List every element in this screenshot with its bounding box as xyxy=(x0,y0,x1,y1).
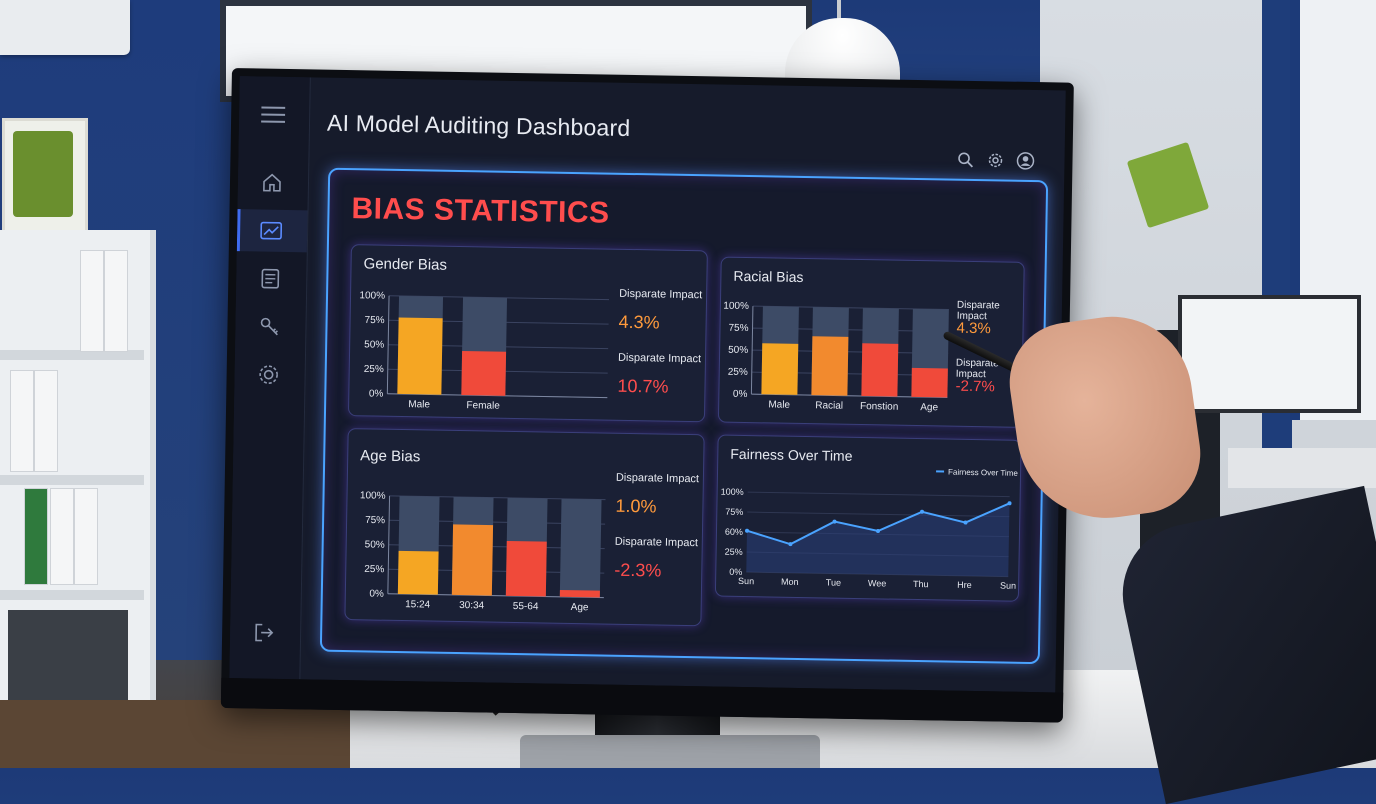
y-tick-label: 25% xyxy=(728,367,748,378)
category-label: 15:24 xyxy=(405,599,431,610)
category-label: Racial xyxy=(815,400,843,411)
racial-bias-card: Racial Bias 100%75%50%25%0%MaleRacialFon… xyxy=(718,257,1025,428)
metric-label: Disparate Impact xyxy=(618,352,701,365)
category-label: Female xyxy=(466,400,500,412)
metric-label: Disparate Impact xyxy=(615,536,698,549)
background-monitor xyxy=(1178,295,1361,413)
metric-value: 10.7% xyxy=(617,376,668,398)
fairness-over-time-chart: 100%75%60%25%0%SunMonTueWeeThuHreSunFair… xyxy=(716,436,1021,601)
background-desk xyxy=(1228,448,1376,488)
category-label: 30:34 xyxy=(459,600,485,611)
y-tick-label: 0% xyxy=(369,588,384,599)
x-tick-label: Sun xyxy=(738,576,754,586)
grid-line xyxy=(748,492,1010,497)
metric-value: 4.3% xyxy=(956,320,990,338)
category-label: 55-64 xyxy=(513,601,539,612)
metric-value: 1.0% xyxy=(615,496,656,518)
gear-icon[interactable] xyxy=(984,149,1006,171)
category-label: Age xyxy=(920,402,938,413)
y-tick-label: 75% xyxy=(365,315,385,326)
bar xyxy=(761,343,798,395)
y-tick-label: 25% xyxy=(364,564,384,575)
air-conditioner xyxy=(0,0,130,55)
metric-label: Disparate Impact xyxy=(619,288,702,301)
bar xyxy=(911,368,948,398)
y-tick-label: 25% xyxy=(364,364,384,375)
metric-label: Disparate Impact xyxy=(616,472,699,485)
gender-bias-card: Gender Bias 100%75%50%25%0%MaleFemale Di… xyxy=(348,244,708,422)
key-icon[interactable] xyxy=(253,310,286,343)
home-icon[interactable] xyxy=(256,166,289,199)
logout-icon[interactable] xyxy=(248,616,281,649)
wall-planter xyxy=(2,118,88,234)
y-tick-label: 100% xyxy=(723,301,749,312)
x-tick-label: Thu xyxy=(913,579,929,589)
series-area xyxy=(746,499,1009,577)
legend-label: Fairness Over Time xyxy=(948,468,1018,478)
bar-background xyxy=(560,499,602,598)
app-title: AI Model Auditing Dashboard xyxy=(327,110,631,142)
dashboard-screen: AI Model Auditing Dashboard BIAS STATIST… xyxy=(229,76,1065,692)
settings-icon[interactable] xyxy=(252,358,285,391)
age-bias-chart: 100% 75% 50% 25% 0% 15:24 30:34 55-64 Age xyxy=(345,429,608,624)
y-tick-label: 50% xyxy=(728,345,748,356)
y-tick-label: 75% xyxy=(725,507,743,517)
y-tick-label: 50% xyxy=(364,339,384,350)
menu-icon[interactable] xyxy=(257,98,290,131)
gender-bias-chart: 100% 75% 50% 25% 0% Male Female xyxy=(349,245,612,420)
metric-value: -2.7% xyxy=(955,378,994,396)
bar xyxy=(397,318,442,395)
bar xyxy=(461,351,506,396)
section-title: BIAS STATISTICS xyxy=(351,192,610,230)
y-tick-label: 75% xyxy=(728,323,748,334)
bar xyxy=(861,343,898,396)
category-label: Age xyxy=(571,602,589,613)
category-label: Male xyxy=(768,399,790,410)
y-tick-label: 60% xyxy=(725,527,743,537)
metric-value: 4.3% xyxy=(618,312,659,334)
storage-box xyxy=(8,610,128,710)
analytics-icon[interactable] xyxy=(255,214,288,247)
y-tick-label: 0% xyxy=(733,389,748,400)
user-icon[interactable] xyxy=(1014,150,1036,172)
x-tick-label: Hre xyxy=(957,580,972,590)
bar xyxy=(811,336,848,396)
category-label: Male xyxy=(408,399,430,410)
metric-value: -2.3% xyxy=(614,560,661,582)
y-tick-label: 0% xyxy=(369,388,384,399)
x-tick-label: Sun xyxy=(1000,580,1016,590)
fairness-over-time-card: Fairness Over Time 100%75%60%25%0%SunMon… xyxy=(715,435,1022,602)
bias-statistics-panel: BIAS STATISTICS Gender Bias 100%75%50%25… xyxy=(320,168,1048,664)
y-tick-label: 100% xyxy=(360,490,386,501)
search-icon[interactable] xyxy=(954,149,976,171)
monitor-stand-base xyxy=(520,735,820,768)
grid-line xyxy=(747,512,1009,517)
x-tick-label: Wee xyxy=(868,578,887,588)
racial-bias-chart: 100% 75% 50% 25% 0% Male Racial Fonstion Age xyxy=(719,258,954,426)
monitor: AI Model Auditing Dashboard BIAS STATIST… xyxy=(221,68,1074,723)
y-tick-label: 25% xyxy=(725,547,743,557)
bar xyxy=(452,524,493,595)
floor xyxy=(0,700,360,768)
bar xyxy=(560,590,600,598)
x-tick-label: Mon xyxy=(781,577,799,587)
category-label: Fonstion xyxy=(860,401,899,413)
bar xyxy=(506,541,547,597)
y-tick-label: 100% xyxy=(721,487,744,497)
x-tick-label: Tue xyxy=(826,577,841,587)
y-tick-label: 75% xyxy=(365,515,385,526)
y-tick-label: 50% xyxy=(365,539,385,550)
y-tick-label: 100% xyxy=(359,290,385,301)
age-bias-card: Age Bias 100%75%50%25%0%15:2430:3455-64A… xyxy=(344,428,704,626)
sidebar xyxy=(229,76,310,679)
document-icon[interactable] xyxy=(254,262,287,295)
bar xyxy=(398,551,439,595)
